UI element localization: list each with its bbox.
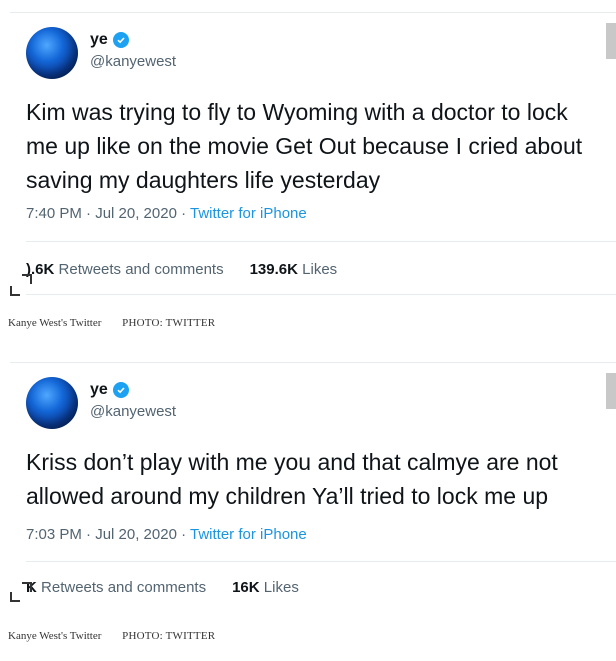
tweet-stats: K Retweets and comments 16K Likes <box>26 579 299 596</box>
caption-text: Kanye West's Twitter <box>8 317 102 329</box>
tweet-text-line: Kim was trying to fly to Wyoming with a … <box>26 99 568 125</box>
verified-badge-icon <box>112 382 129 398</box>
image-caption: Kanye West's Twitter PHOTO: TWITTER <box>8 317 215 329</box>
crop-corner-icon <box>22 582 32 592</box>
avatar[interactable] <box>26 27 78 79</box>
likes-label: Likes <box>302 261 338 278</box>
retweets-label: Retweets and comments <box>58 261 224 278</box>
divider <box>26 561 616 562</box>
tweet-meta: 7:03 PM · Jul 20, 2020 · Twitter for iPh… <box>26 526 307 543</box>
user-handle[interactable]: @kanyewest <box>90 403 176 420</box>
tweet-source-link[interactable]: Twitter for iPhone <box>190 526 307 543</box>
photo-credit: PHOTO: TWITTER <box>122 630 216 642</box>
tweet-timestamp[interactable]: 7:03 PM · Jul 20, 2020 · <box>26 526 186 543</box>
author-name-row: ye <box>90 381 129 399</box>
verified-badge-icon <box>112 32 129 48</box>
retweets-stat[interactable]: ).6K Retweets and comments <box>26 261 224 278</box>
tweet-stats: ).6K Retweets and comments 139.6K Likes <box>26 261 337 278</box>
tweet-text-line: allowed around my children Ya’ll tried t… <box>26 483 549 509</box>
image-caption: Kanye West's Twitter PHOTO: TWITTER <box>8 630 215 642</box>
tweet-text-line: me up like on the movie Get Out because … <box>26 133 583 159</box>
crop-corner-icon <box>10 286 20 296</box>
photo-credit: PHOTO: TWITTER <box>122 317 216 329</box>
divider <box>26 294 616 295</box>
avatar[interactable] <box>26 377 78 429</box>
tweet-text-line: saving my daughters life yesterday <box>26 167 381 193</box>
likes-count: 16K <box>232 579 260 596</box>
scroll-handle[interactable] <box>606 373 616 409</box>
display-name[interactable]: ye <box>90 31 108 49</box>
tweet-text: Kim was trying to fly to Wyoming with a … <box>26 95 616 197</box>
caption-text: Kanye West's Twitter <box>8 630 102 642</box>
tweet-card: ye @kanyewest Kim was trying to fly to W… <box>10 12 616 298</box>
retweets-stat[interactable]: K Retweets and comments <box>26 579 206 596</box>
likes-stat[interactable]: 139.6K Likes <box>250 261 338 278</box>
tweet-source-link[interactable]: Twitter for iPhone <box>190 205 307 222</box>
scroll-handle[interactable] <box>606 23 616 59</box>
likes-stat[interactable]: 16K Likes <box>232 579 299 596</box>
divider <box>26 241 616 242</box>
tweet-text: Kriss don’t play with me you and that ca… <box>26 445 616 513</box>
author-name-row: ye <box>90 31 129 49</box>
user-handle[interactable]: @kanyewest <box>90 53 176 70</box>
display-name[interactable]: ye <box>90 381 108 399</box>
tweet-meta: 7:40 PM · Jul 20, 2020 · Twitter for iPh… <box>26 205 307 222</box>
tweet-text-line: Kriss don’t play with me you and that ca… <box>26 449 558 475</box>
retweets-label: Retweets and comments <box>41 579 207 596</box>
tweet-timestamp[interactable]: 7:40 PM · Jul 20, 2020 · <box>26 205 186 222</box>
crop-corner-icon <box>10 592 20 602</box>
crop-corner-icon <box>22 274 32 284</box>
likes-label: Likes <box>263 579 299 596</box>
likes-count: 139.6K <box>249 261 298 278</box>
tweet-card: ye @kanyewest Kriss don’t play with me y… <box>10 362 616 601</box>
